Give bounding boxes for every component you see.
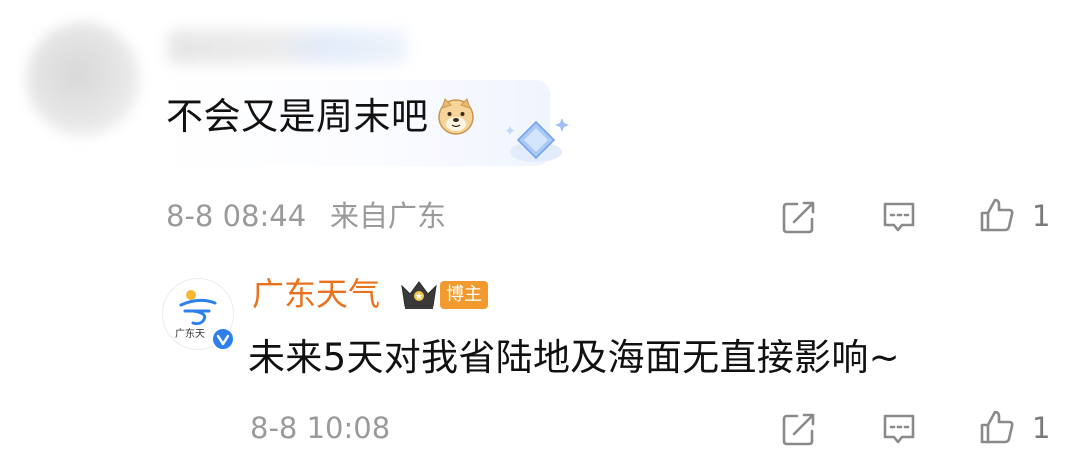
like-thumb-icon[interactable] <box>978 196 1016 234</box>
comment-thread: 不会又是周末吧 8-8 08:44 来自广东 1 广东天 广东天气 博主 未来5… <box>0 0 1080 468</box>
like-thumb-icon[interactable] <box>978 408 1016 446</box>
reply-timestamp: 8-8 10:08 <box>250 411 391 445</box>
reply-username[interactable]: 广东天气 <box>252 274 380 314</box>
reply-text: 未来5天对我省陆地及海面无直接影响~ <box>248 336 900 379</box>
like-count: 1 <box>1032 199 1051 233</box>
avatar[interactable] <box>26 22 140 136</box>
verified-icon <box>211 327 235 351</box>
username-blurred[interactable] <box>168 30 408 64</box>
comment-icon[interactable] <box>880 410 918 448</box>
share-edit-icon[interactable] <box>780 198 818 236</box>
diamond-sparkle-icon <box>505 118 569 162</box>
doge-emoji-icon <box>438 98 474 135</box>
comment-location: 来自广东 <box>330 199 447 233</box>
share-edit-icon[interactable] <box>780 410 818 448</box>
comment-timestamp: 8-8 08:44 <box>166 199 307 233</box>
reply-avatar[interactable]: 广东天 <box>162 278 235 351</box>
blogger-badge: 博主 <box>440 281 488 309</box>
comment-text: 不会又是周末吧 <box>166 95 429 138</box>
comment-icon[interactable] <box>880 198 918 236</box>
avatar-caption: 广东天 <box>175 327 205 340</box>
like-count: 1 <box>1032 411 1051 445</box>
crown-icon <box>401 281 437 309</box>
